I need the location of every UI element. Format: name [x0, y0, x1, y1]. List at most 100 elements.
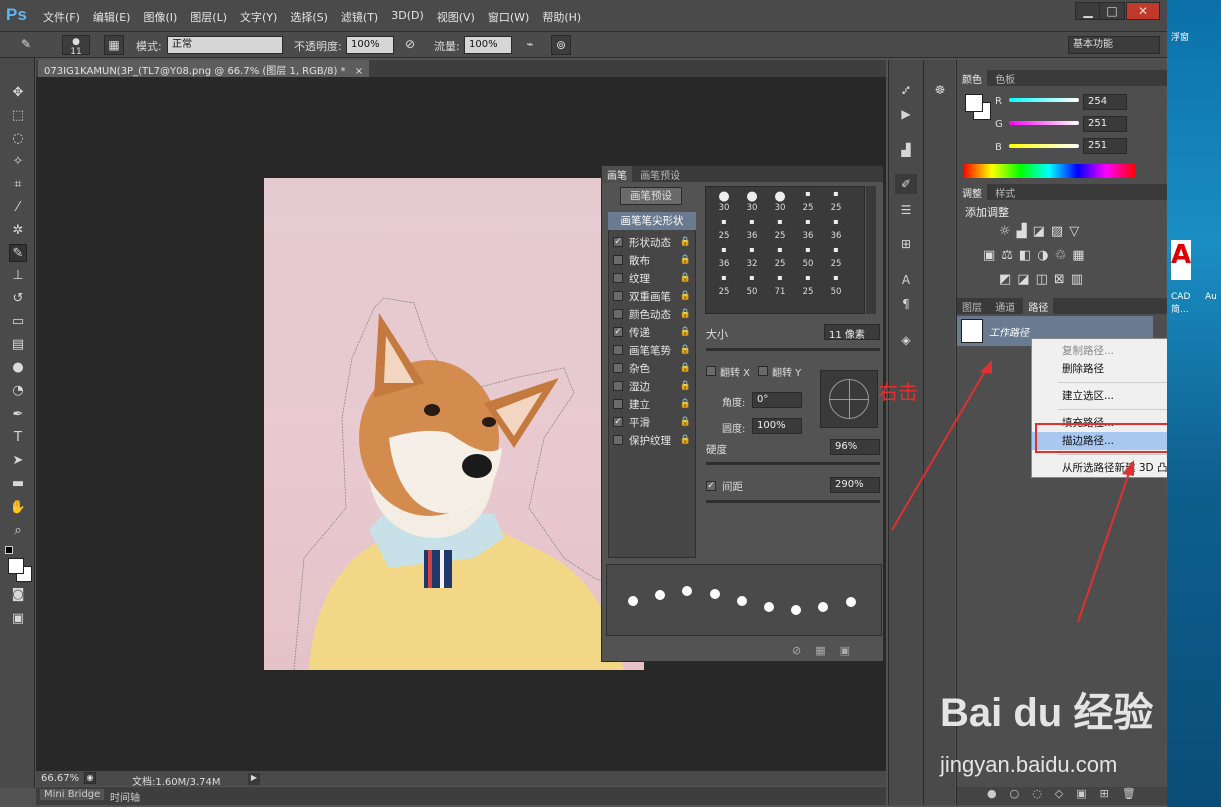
adjustment-icons-row-1[interactable]: ☼▟◪▨▽ [999, 224, 1085, 239]
hand-tool-icon[interactable]: ✋ [9, 499, 27, 517]
quick-mask-icon[interactable]: ◙ [9, 586, 27, 604]
eraser-tool-icon[interactable]: ▭ [9, 313, 27, 331]
brush-tip-cell[interactable]: ▪ 50 [794, 245, 822, 269]
brush-tip-cell[interactable]: ▪ 36 [794, 217, 822, 241]
spacing-checkbox[interactable]: ✓ [706, 481, 716, 491]
document-image[interactable] [264, 178, 645, 671]
lock-icon[interactable]: 🔒 [680, 381, 691, 391]
b-value[interactable]: 251 [1083, 138, 1127, 154]
brush-option-protect-texture[interactable]: 保护纹理 🔒 [609, 431, 695, 449]
lock-icon[interactable]: 🔒 [680, 435, 691, 445]
zoom-level[interactable]: 66.67% [41, 773, 79, 784]
brush-tip-cell[interactable]: ▪ 25 [766, 245, 794, 269]
cad-app-icon[interactable]: A [1171, 240, 1191, 280]
tab-mini-bridge[interactable]: Mini Bridge [40, 789, 105, 800]
paragraph-icon[interactable]: ¶ [895, 294, 917, 314]
character-icon[interactable]: A [895, 270, 917, 290]
r-value[interactable]: 254 [1083, 94, 1127, 110]
brush-tip-cell[interactable]: ▪ 25 [794, 189, 822, 213]
g-value[interactable]: 251 [1083, 116, 1127, 132]
history-icon[interactable]: ⑇ [895, 80, 917, 100]
brush-option-color-dynamics[interactable]: 颜色动态 🔒 [609, 305, 695, 323]
brush-presets-button[interactable]: 画笔预设 [620, 187, 682, 205]
adjustment-icons-row-2[interactable]: ▣⚖◧◑♲▦ [983, 248, 1091, 263]
size-slider[interactable] [706, 348, 880, 351]
brush-tip-cell[interactable]: ▪ 25 [822, 245, 850, 269]
checkbox-icon[interactable] [613, 363, 623, 373]
tab-color[interactable]: 颜色 [957, 70, 987, 87]
brush-option-build-up[interactable]: 建立 🔒 [609, 395, 695, 413]
brush-option-noise[interactable]: 杂色 🔒 [609, 359, 695, 377]
brush-panel-toggle-icon[interactable]: ▦ [104, 35, 124, 55]
status-menu-arrow-icon[interactable]: ▶ [248, 773, 260, 785]
maximize-button[interactable]: □ [1099, 2, 1125, 20]
menu-type[interactable]: 文字(Y) [240, 9, 277, 25]
move-tool-icon[interactable]: ✥ [9, 84, 27, 102]
roundness-input[interactable]: 100% [752, 418, 802, 434]
eyedropper-icon[interactable]: ⁄ [9, 199, 27, 217]
brush-tip-cell[interactable]: ▪ 36 [822, 217, 850, 241]
shape-tool-icon[interactable]: ▬ [9, 475, 27, 493]
dodge-tool-icon[interactable]: ◔ [9, 382, 27, 400]
menu-layer[interactable]: 图层(L) [190, 9, 227, 25]
brush-option-pose[interactable]: 画笔笔势 🔒 [609, 341, 695, 359]
fg-color-chip[interactable] [965, 94, 983, 112]
workspace-select[interactable]: 基本功能 [1068, 36, 1160, 54]
tab-styles[interactable]: 样式 [990, 184, 1020, 201]
lock-icon[interactable]: 🔒 [680, 237, 691, 247]
b-slider[interactable] [1009, 144, 1079, 148]
brush-option-wet-edges[interactable]: 湿边 🔒 [609, 377, 695, 395]
flip-y-checkbox[interactable] [758, 366, 768, 376]
brush-tip-cell[interactable]: ▪ 25 [794, 273, 822, 297]
brush-grid-scrollbar[interactable] [866, 186, 876, 314]
checkbox-icon[interactable] [613, 291, 623, 301]
brush-tip-cell[interactable]: ▪ 25 [822, 189, 850, 213]
brush-option-transfer[interactable]: ✓ 传递 🔒 [609, 323, 695, 341]
minimize-button[interactable]: ▁ [1075, 2, 1101, 20]
lock-icon[interactable]: 🔒 [680, 363, 691, 373]
foreground-color-swatch[interactable] [8, 558, 24, 574]
brush-tip-cell[interactable]: ▪ 36 [738, 217, 766, 241]
tab-layers[interactable]: 图层 [957, 298, 987, 315]
checkbox-icon[interactable]: ✓ [613, 417, 623, 427]
checkbox-icon[interactable]: ✓ [613, 327, 623, 337]
brush-option-shape-dynamics[interactable]: ✓ 形状动态 🔒 [609, 233, 695, 251]
histogram-icon[interactable]: ▟ [895, 140, 917, 160]
stamp-tool-icon[interactable]: ⊥ [9, 267, 27, 285]
spacing-slider[interactable] [706, 500, 880, 503]
spacing-input[interactable]: 290% [830, 477, 880, 493]
brush-tip-cell[interactable]: ▪ 71 [766, 273, 794, 297]
brush-tip-cell[interactable]: ● 30 [738, 189, 766, 213]
3d-icon[interactable]: ◈ [895, 330, 917, 350]
menu-filter[interactable]: 滤镜(T) [341, 9, 378, 25]
brush-tip-cell[interactable]: ▪ 36 [710, 245, 738, 269]
checkbox-icon[interactable]: ✓ [613, 237, 623, 247]
tab-paths[interactable]: 路径 [1023, 298, 1054, 315]
checkbox-icon[interactable] [613, 273, 623, 283]
lock-icon[interactable]: 🔒 [680, 345, 691, 355]
marquee-tool-icon[interactable]: ⬚ [9, 107, 27, 125]
default-colors-icon[interactable] [5, 546, 13, 554]
flip-x-checkbox[interactable] [706, 366, 716, 376]
menu-image[interactable]: 图像(I) [143, 9, 177, 25]
desktop-item-3[interactable]: Au [1205, 292, 1217, 302]
airbrush-icon[interactable]: ⌁ [520, 35, 540, 55]
crop-tool-icon[interactable]: ⌗ [9, 176, 27, 194]
brush-tool-active-icon[interactable]: ✎ [9, 244, 27, 262]
checkbox-icon[interactable] [613, 399, 623, 409]
desktop-item-1[interactable]: 浮窗 [1171, 30, 1189, 43]
zoom-tool-icon[interactable]: ⌕ [9, 522, 27, 540]
brush-option-scatter[interactable]: 散布 🔒 [609, 251, 695, 269]
brush-size-picker[interactable]: ● 11 [62, 35, 90, 57]
tab-brush-presets[interactable]: 画笔预设 [635, 166, 685, 183]
brush-presets-icon[interactable]: ☰ [895, 200, 917, 220]
brush-footer-icons[interactable]: ⊘▦▣ [792, 644, 864, 657]
clone-source-icon[interactable]: ⊞ [895, 234, 917, 254]
tab-adjustments[interactable]: 调整 [957, 184, 987, 201]
tab-swatches[interactable]: 色板 [990, 70, 1020, 87]
brush-option-smoothing[interactable]: ✓ 平滑 🔒 [609, 413, 695, 431]
menu-edit[interactable]: 编辑(E) [93, 9, 131, 25]
lock-icon[interactable]: 🔒 [680, 399, 691, 409]
menu-view[interactable]: 视图(V) [437, 9, 475, 25]
checkbox-icon[interactable] [613, 381, 623, 391]
